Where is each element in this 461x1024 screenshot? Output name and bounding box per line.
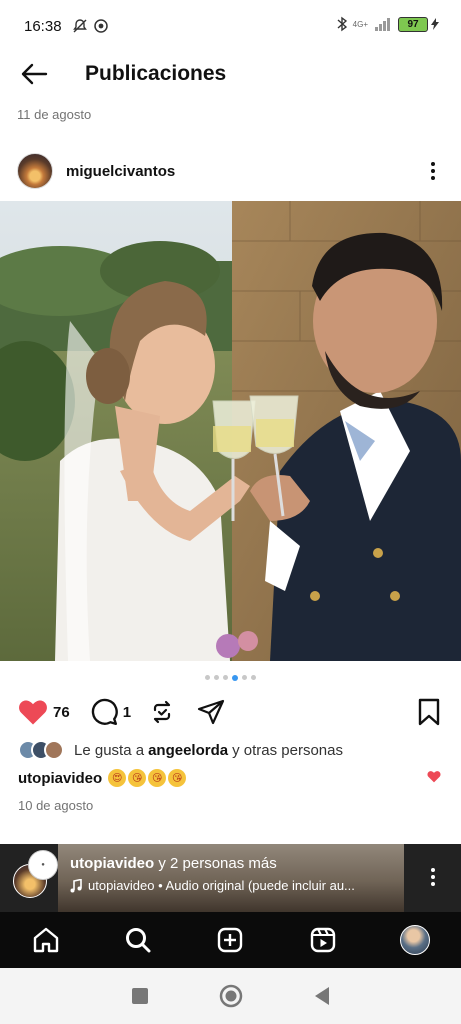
- page-title: Publicaciones: [85, 62, 227, 85]
- recents-button[interactable]: [131, 987, 149, 1005]
- search-icon: [126, 928, 151, 953]
- reel-title[interactable]: utopiavideo y 2 personas más: [70, 855, 277, 872]
- comment-count[interactable]: 1: [123, 704, 131, 721]
- comment-like-button[interactable]: [427, 770, 441, 783]
- comment-username[interactable]: utopiavideo: [18, 770, 102, 787]
- nav-profile[interactable]: [390, 915, 440, 965]
- battery-level: 97: [398, 16, 428, 32]
- carousel-dot: [232, 674, 238, 681]
- more-options-button[interactable]: [423, 158, 443, 184]
- battery: 97: [398, 16, 439, 32]
- nav-create[interactable]: [205, 915, 255, 965]
- emoji-kiss: 😘: [128, 769, 147, 787]
- comment-preview: utopiavideo 😍 😘 😘 😘: [18, 769, 187, 787]
- reel-audio[interactable]: utopiavideo • Audio original (puede incl…: [70, 878, 355, 893]
- status-left-icons: [72, 18, 108, 34]
- likes-suffix: y otras personas: [232, 741, 343, 759]
- profile-avatar: [399, 925, 430, 955]
- reel-more-button[interactable]: [423, 864, 443, 890]
- liker-avatars: [18, 740, 64, 760]
- carousel-indicator: [0, 674, 461, 681]
- emoji-kiss: 😘: [148, 769, 167, 787]
- nav-home[interactable]: [21, 915, 71, 965]
- back-system-button[interactable]: [313, 986, 331, 1006]
- chrome-icon: [93, 19, 108, 33]
- carousel-dot: [214, 675, 219, 680]
- carousel-dot: [242, 675, 247, 680]
- post-date-bottom: 10 de agosto: [18, 798, 94, 813]
- arrow-left-icon: [21, 63, 48, 85]
- status-right: 4G+ 97: [337, 16, 439, 32]
- music-note-icon: [70, 878, 82, 892]
- post-header: miguelcivantos: [0, 150, 461, 192]
- carousel-dot: [205, 675, 210, 680]
- post-actions: 76 1: [0, 694, 461, 730]
- comment-emoji: 😍 😘 😘 😘: [108, 769, 187, 787]
- like-button[interactable]: [18, 698, 48, 726]
- home-system-button[interactable]: [219, 984, 243, 1008]
- reel-audio-label: utopiavideo • Audio original (puede incl…: [88, 878, 355, 893]
- system-nav: [0, 968, 461, 1024]
- header: Publicaciones: [0, 52, 461, 96]
- mute-bell-icon: [72, 19, 87, 33]
- status-time: 16:38: [24, 17, 62, 35]
- network-type: 4G+: [352, 19, 368, 29]
- likes-summary[interactable]: Le gusta a angeelorda y otras personas: [18, 740, 343, 760]
- liker-avatar: [44, 740, 64, 760]
- back-button[interactable]: [4, 52, 64, 96]
- carousel-dot: [251, 675, 256, 680]
- emoji-heart-eyes: 😍: [108, 769, 127, 787]
- collab-avatar: ●: [28, 850, 58, 880]
- reel-collaborators: y 2 personas más: [158, 855, 277, 872]
- post-image[interactable]: [0, 201, 461, 661]
- nav-reels[interactable]: [298, 915, 348, 965]
- wedding-toast-photo: [0, 201, 461, 661]
- more-vertical-icon: [431, 162, 435, 166]
- status-bar: 16:38 4G+ 97: [0, 0, 461, 52]
- repost-button[interactable]: [149, 699, 175, 725]
- home-icon: [33, 927, 59, 953]
- next-reel-banner[interactable]: ● utopiavideo y 2 personas más utopiavid…: [0, 844, 461, 912]
- plus-square-icon: [218, 927, 243, 953]
- bookmark-button[interactable]: [417, 698, 441, 726]
- signal-icon: [375, 18, 390, 31]
- like-count[interactable]: 76: [53, 704, 70, 721]
- like-group: 76: [18, 698, 70, 726]
- comment-button[interactable]: [90, 698, 118, 726]
- bluetooth-icon: [337, 16, 347, 32]
- carousel-dot: [223, 675, 228, 680]
- bottom-nav: [0, 912, 461, 968]
- nav-search[interactable]: [113, 915, 163, 965]
- avatar[interactable]: [17, 153, 53, 189]
- comment-group: 1: [90, 698, 131, 726]
- charging-icon: [431, 18, 439, 30]
- share-button[interactable]: [197, 699, 225, 725]
- post-date-top: 11 de agosto: [17, 107, 92, 122]
- reel-username: utopiavideo: [70, 855, 155, 872]
- emoji-kiss: 😘: [168, 769, 187, 787]
- likes-prefix: Le gusta a: [74, 741, 145, 759]
- reels-icon: [310, 927, 335, 953]
- likes-username[interactable]: angeelorda: [148, 742, 228, 759]
- post-username[interactable]: miguelcivantos: [66, 163, 175, 180]
